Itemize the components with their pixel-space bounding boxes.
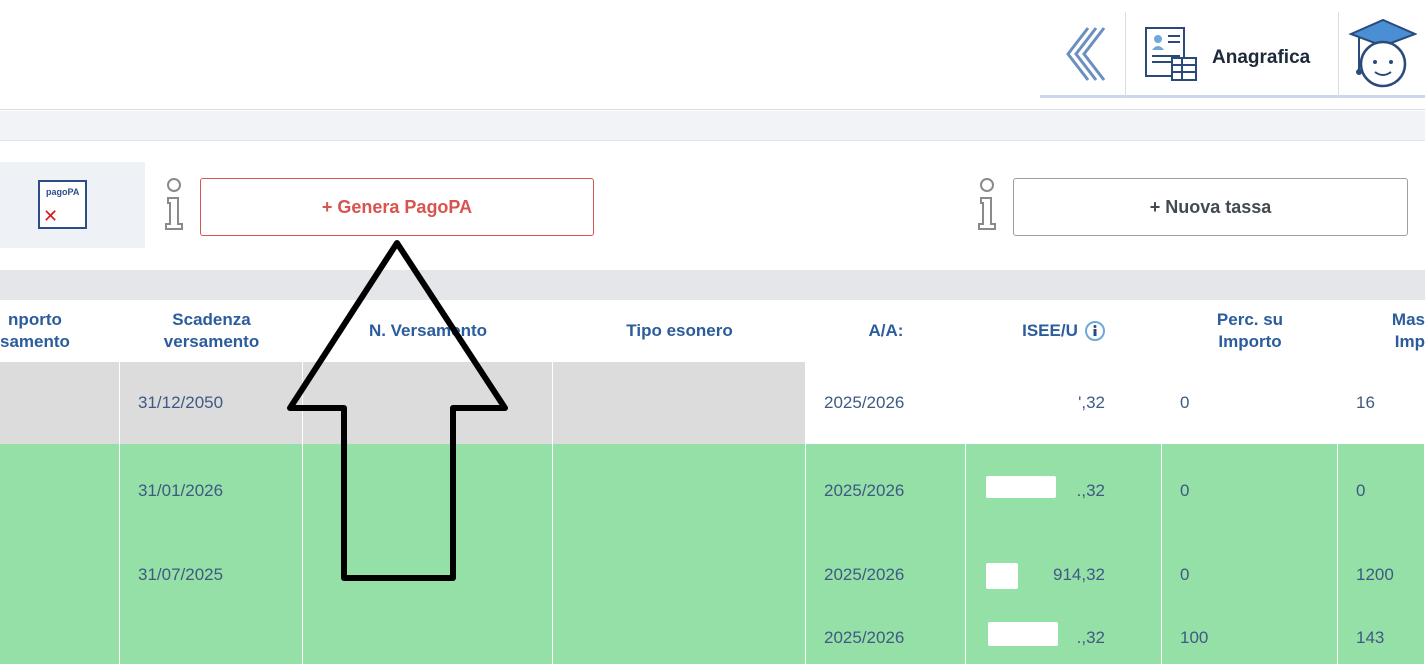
cell-n-versamento	[303, 537, 553, 612]
double-chevron-left-icon	[1065, 26, 1105, 81]
column-header-massimo[interactable]: Mas Imp	[1338, 300, 1425, 362]
redaction-mask	[986, 563, 1018, 589]
redaction-mask	[988, 622, 1058, 646]
cell-n-versamento	[303, 612, 553, 664]
anagrafica-tab[interactable]: Anagrafica	[1126, 12, 1338, 98]
graduation-cap-student-icon	[1348, 18, 1417, 88]
info-circle-icon[interactable]	[1084, 320, 1106, 342]
column-header-importo[interactable]: nporto samento	[0, 300, 120, 362]
cell-aa: 2025/2026	[806, 444, 966, 537]
top-toolbar: Anagrafica	[0, 0, 1425, 110]
cell-aa: 2025/2026	[806, 612, 966, 664]
cell-massimo: 16	[1338, 362, 1425, 444]
pagopa-cancel-icon[interactable]: pagoPA ✕	[38, 180, 87, 229]
genera-pagopa-button[interactable]: + Genera PagoPA	[200, 178, 594, 236]
column-header-perc[interactable]: Perc. su Importo	[1162, 300, 1338, 362]
id-card-document-icon	[1145, 27, 1197, 81]
student-tab[interactable]	[1339, 12, 1425, 98]
cell-perc: 0	[1162, 362, 1338, 444]
info-icon[interactable]	[163, 176, 185, 232]
cell-scadenza: 31/12/2050	[120, 362, 303, 444]
info-icon[interactable]	[976, 176, 998, 232]
cell-tipo-esonero	[553, 612, 806, 664]
table-top-band	[0, 270, 1425, 300]
column-header-isee-label: ISEE/U	[1022, 321, 1078, 340]
column-header-scadenza[interactable]: Scadenza versamento	[120, 300, 303, 362]
cell-massimo: 143	[1338, 612, 1425, 664]
cell-tipo-esonero	[553, 362, 806, 444]
section-strip	[0, 111, 1425, 141]
table-row[interactable]: 2025/2026 .,32 100 143	[0, 612, 1425, 664]
column-header-tipo-esonero[interactable]: Tipo esonero	[553, 300, 806, 362]
cell-tipo-esonero	[553, 537, 806, 612]
cell-importo	[0, 444, 120, 537]
cell-perc: 100	[1162, 612, 1338, 664]
collapse-back-button[interactable]	[1040, 12, 1125, 98]
cell-scadenza	[120, 612, 303, 664]
cell-importo	[0, 537, 120, 612]
table-row[interactable]: 31/07/2025 2025/2026 914,32 0 1200	[0, 537, 1425, 612]
cell-perc: 0	[1162, 537, 1338, 612]
column-header-aa[interactable]: A/A:	[806, 300, 966, 362]
cell-importo	[0, 362, 120, 444]
cell-aa: 2025/2026	[806, 362, 966, 444]
page: Anagrafica pagoPA ✕ + Genera PagoPA + Nu…	[0, 0, 1425, 664]
cell-n-versamento	[303, 362, 553, 444]
pagopa-logo-text: pagoPA	[46, 187, 80, 197]
cell-importo	[0, 612, 120, 664]
cell-massimo: 0	[1338, 444, 1425, 537]
nuova-tassa-button[interactable]: + Nuova tassa	[1013, 178, 1408, 236]
cell-perc: 0	[1162, 444, 1338, 537]
column-header-isee[interactable]: ISEE/U	[966, 300, 1162, 362]
redaction-mask	[990, 392, 1048, 416]
table-row[interactable]: 31/12/2050 2025/2026 ',32 0 16	[0, 362, 1425, 444]
cell-scadenza: 31/01/2026	[120, 444, 303, 537]
cell-scadenza: 31/07/2025	[120, 537, 303, 612]
cell-aa: 2025/2026	[806, 537, 966, 612]
cell-n-versamento	[303, 444, 553, 537]
close-icon: ✕	[43, 206, 59, 226]
anagrafica-label: Anagrafica	[1212, 47, 1311, 68]
table-row[interactable]: 31/01/2026 2025/2026 .,32 0 0	[0, 444, 1425, 537]
cell-massimo: 1200	[1338, 537, 1425, 612]
cell-tipo-esonero	[553, 444, 806, 537]
column-header-n-versamento[interactable]: N. Versamento	[303, 300, 553, 362]
redaction-mask	[986, 476, 1056, 498]
